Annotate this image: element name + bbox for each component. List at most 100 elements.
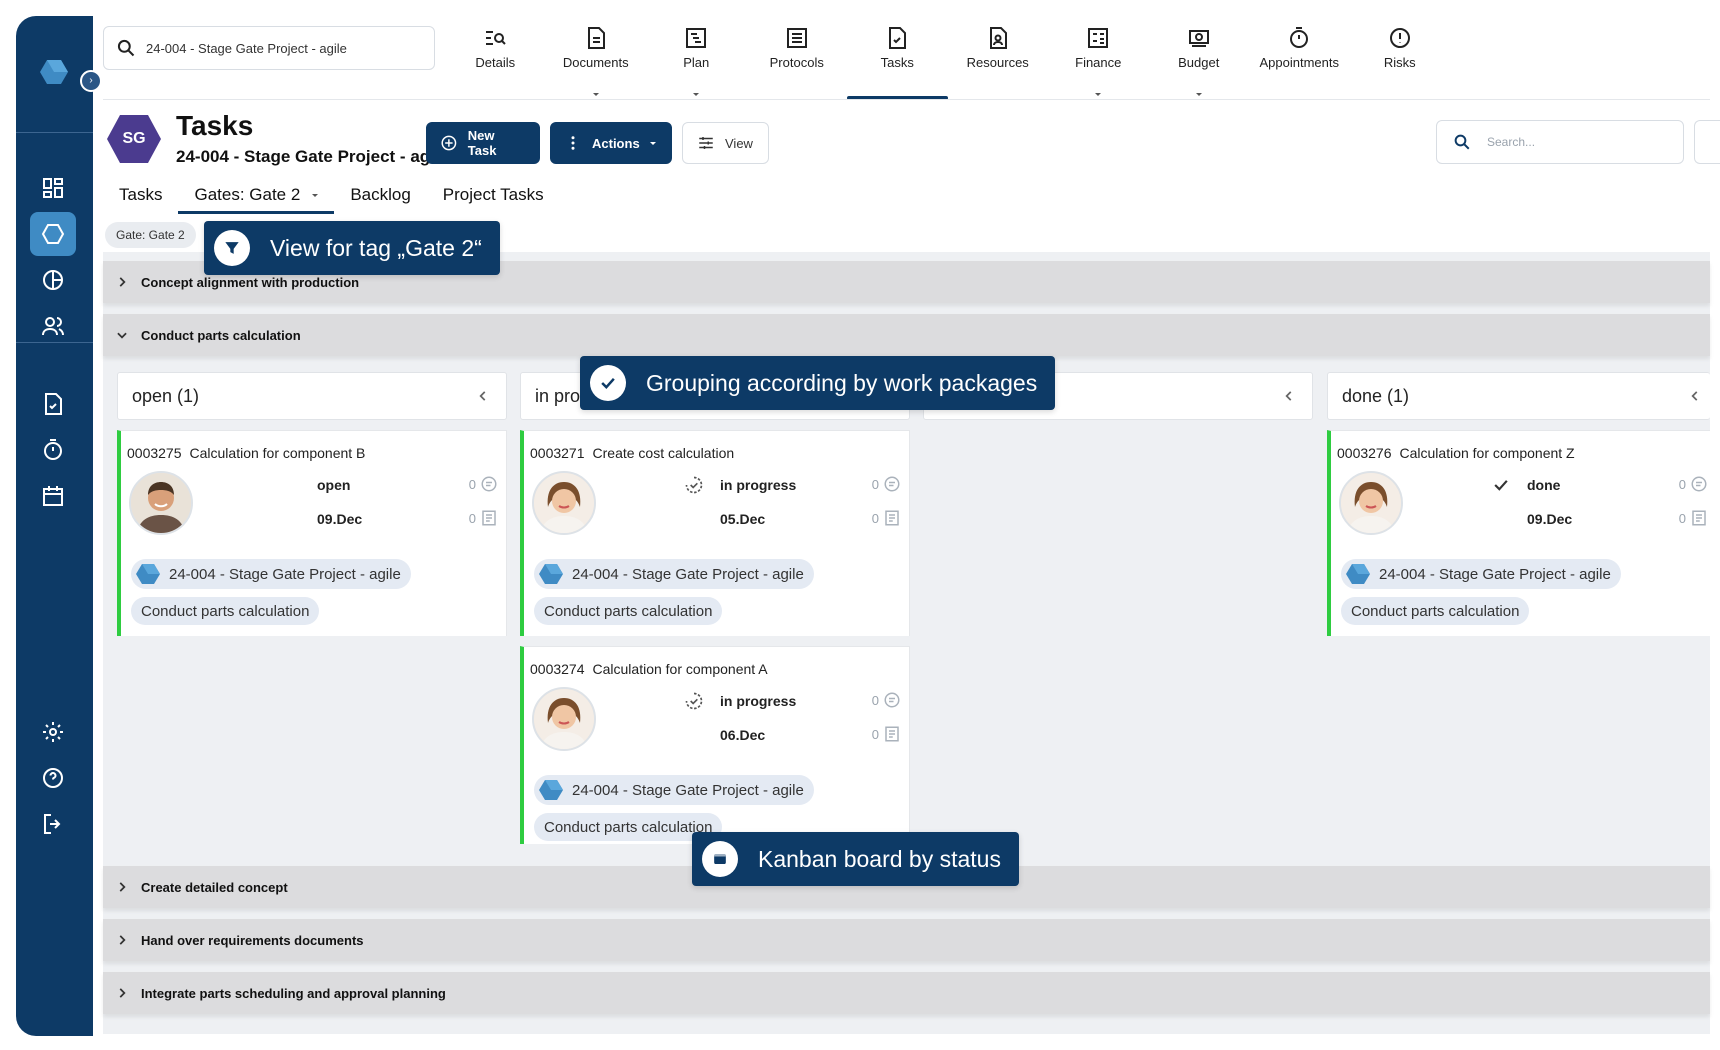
nav-tasks[interactable]: Tasks [847,20,948,100]
task-due: 09.Dec [1527,511,1573,527]
chevron-down-icon [117,332,127,339]
sidebar-toggle-icon[interactable]: › [80,70,102,92]
comment-count[interactable]: 0 [1679,475,1708,493]
comment-count[interactable]: 0 [872,475,901,493]
comment-count-value: 0 [1678,476,1686,492]
group-row[interactable]: Integrate parts scheduling and approval … [103,972,1710,1014]
new-task-button[interactable]: New Task [426,122,540,164]
note-count[interactable]: 0 [872,509,901,527]
nav-resources[interactable]: Resources [948,20,1049,100]
tab-label: Gates: Gate 2 [194,185,301,204]
nav-appointments[interactable]: Appointments [1249,20,1350,100]
group-row[interactable]: Conduct parts calculation [103,314,1710,356]
task-card[interactable]: 0003271 Create cost calculation in progre… [520,430,910,636]
project-chip[interactable]: 24-004 - Stage Gate Project - agile [534,775,814,805]
add-circle-icon [441,135,457,151]
project-chip[interactable]: 24-004 - Stage Gate Project - agile [131,559,411,589]
dashboard-icon[interactable] [30,166,76,210]
task-status: open [317,477,351,493]
comment-count[interactable]: 0 [469,475,498,493]
task-card[interactable]: 0003274 Calculation for component A in pr… [520,646,910,844]
task-id: 0003271 [530,445,585,461]
nav-plan[interactable]: Plan [646,20,747,100]
nav-protocols[interactable]: Protocols [747,20,848,100]
filter-chip[interactable]: Gate: Gate 2 [105,222,196,248]
project-hex-icon [1346,564,1370,584]
notes-icon [885,726,899,742]
collapse-column-icon[interactable] [1282,389,1296,403]
task-search-input[interactable]: Search... [1436,120,1684,164]
nav-finance[interactable]: Finance [1048,20,1149,100]
tab-gates[interactable]: Gates: Gate 2 [178,176,335,214]
project-chip[interactable]: 24-004 - Stage Gate Project - agile [1341,559,1621,589]
board-icon [702,841,738,877]
group-label: Integrate parts scheduling and approval … [141,985,446,1001]
check-icon [1494,480,1508,491]
view-button[interactable]: View [682,122,769,164]
callout-tag-view: View for tag „Gate 2“ [204,221,500,275]
task-due: 05.Dec [720,511,766,527]
project-hex-icon [539,780,563,800]
group-label: Create detailed concept [141,879,288,895]
project-badge: SG [106,114,162,164]
resources-icon [989,27,1007,49]
extra-control[interactable] [1694,120,1720,164]
help-icon[interactable] [30,756,76,800]
portfolio-icon[interactable] [30,258,76,302]
avatar [532,687,596,751]
topbar-divider [103,99,1710,100]
work-package-chip[interactable]: Conduct parts calculation [1341,597,1530,625]
calendar-icon[interactable] [30,474,76,518]
collapse-column-icon[interactable] [476,389,490,403]
filter-icon [214,230,250,266]
protocol-icon [786,28,807,48]
nav-label: Finance [1075,55,1122,70]
task-card[interactable]: 0003276 Calculation for component Z done … [1327,430,1710,636]
project-search-field[interactable]: 24-004 - Stage Gate Project - agile [103,26,435,70]
project-badge-label: SG [122,130,146,147]
actions-button[interactable]: Actions [550,122,672,164]
group-label: Conduct parts calculation [141,327,301,343]
tab-project-tasks[interactable]: Project Tasks [427,176,560,214]
projects-icon[interactable] [30,212,76,256]
settings-icon[interactable] [30,710,76,754]
comment-count-value: 0 [871,692,879,708]
nav-details[interactable]: Details [445,20,546,100]
group-row[interactable]: Hand over requirements documents [103,919,1710,961]
in-progress-icon [685,692,703,710]
note-count-value: 0 [468,510,476,526]
chevron-right-icon [119,277,126,287]
project-chip-label: 24-004 - Stage Gate Project - agile [572,781,804,799]
comment-count-value: 0 [468,476,476,492]
task-title: Calculation for component Z [1399,445,1575,461]
note-count[interactable]: 0 [1679,509,1708,527]
task-card[interactable]: 0003275 Calculation for component B open … [117,430,507,636]
task-title: Calculation for component A [592,661,768,677]
tab-tasks[interactable]: Tasks [103,176,178,214]
nav-documents[interactable]: Documents [546,20,647,100]
card-title: 0003275 Calculation for component B [127,445,365,461]
comment-count[interactable]: 0 [872,691,901,709]
avatar [532,471,596,535]
collapse-column-icon[interactable] [1688,389,1702,403]
nav-risks[interactable]: Risks [1350,20,1451,100]
app-logo-icon[interactable] [38,56,70,88]
project-hex-icon [539,564,563,584]
tab-backlog[interactable]: Backlog [334,176,426,214]
nav-budget[interactable]: Budget [1149,20,1250,100]
stopwatch-icon[interactable] [30,428,76,472]
nav-label: Protocols [769,55,824,70]
work-package-chip[interactable]: Conduct parts calculation [534,597,723,625]
task-title: Calculation for component B [189,445,366,461]
note-count[interactable]: 0 [872,725,901,743]
risk-icon [1389,28,1410,48]
sliders-icon [699,137,713,149]
project-chip[interactable]: 24-004 - Stage Gate Project - agile [534,559,814,589]
callout-grouping: Grouping according by work packages [580,356,1056,410]
note-count[interactable]: 0 [469,509,498,527]
work-package-chip[interactable]: Conduct parts calculation [131,597,320,625]
comment-count-value: 0 [871,476,879,492]
logout-icon[interactable] [30,802,76,846]
task-doc-icon[interactable] [30,382,76,426]
search-icon [1454,134,1470,150]
